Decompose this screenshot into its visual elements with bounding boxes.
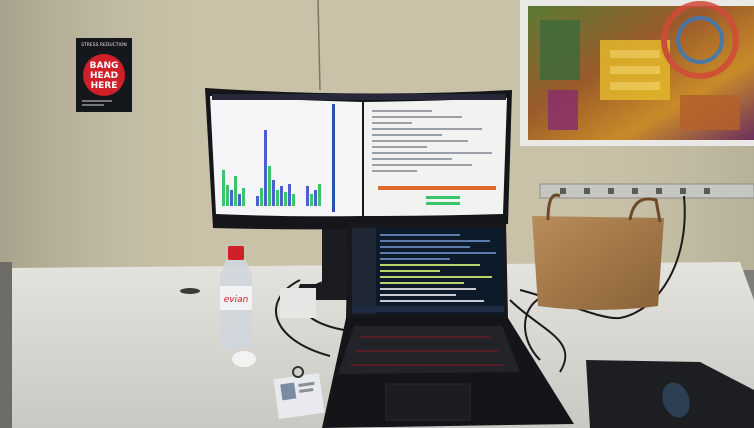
screen-green-bar-2 (426, 202, 460, 205)
desk-grommet (180, 288, 200, 294)
screen-green-bar (426, 196, 460, 199)
monitor-divider (332, 104, 335, 212)
earbuds-case (232, 351, 256, 367)
desk-scene: STRESS REDUCTION BANG HEAD HERE evian (0, 0, 754, 428)
desk-left-shadow (0, 262, 12, 428)
id-badge (273, 372, 325, 420)
bottle-cap (228, 246, 244, 260)
monitor-title-bar (212, 94, 506, 100)
laptop-touchpad (385, 383, 471, 421)
poster-line2: HEAD (90, 71, 118, 81)
power-strip (539, 183, 754, 199)
stress-poster: STRESS REDUCTION BANG HEAD HERE (76, 38, 132, 112)
poster-line1: BANG (90, 61, 119, 71)
poster-line3: HERE (91, 81, 118, 91)
power-adapter (280, 288, 316, 318)
bottle-brand: evian (224, 295, 249, 305)
framed-artwork (520, 0, 754, 146)
poster-header: STRESS REDUCTION (81, 42, 127, 48)
screen-orange-bar (378, 186, 496, 190)
